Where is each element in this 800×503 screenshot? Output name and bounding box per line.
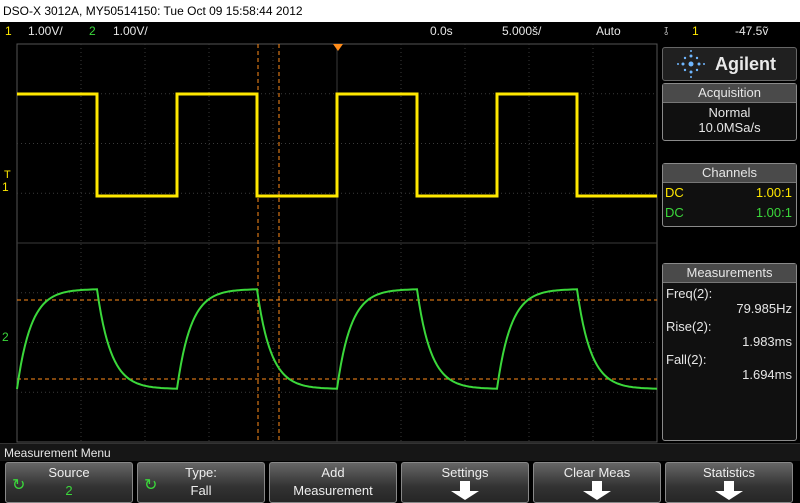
- acquisition-header: Acquisition: [663, 84, 796, 103]
- ch2-scale[interactable]: 1.00V/: [113, 22, 148, 41]
- softkey-label-2: Measurement: [293, 483, 373, 498]
- trigger-mode[interactable]: Auto: [596, 22, 621, 41]
- fall-value: 1.694ms: [742, 367, 792, 382]
- rise-value: 1.983ms: [742, 334, 792, 349]
- ch2-coupling: DC: [665, 205, 684, 220]
- falling-edge-trigger-icon: ⫱: [664, 24, 669, 38]
- softkey-bar: ↻ Source 2 ↻ Type: Fall Add Measurement …: [0, 461, 800, 503]
- submenu-arrow-icon: [583, 481, 611, 500]
- trigger-level[interactable]: -47.5ṽ: [735, 22, 768, 41]
- add-measurement-softkey[interactable]: Add Measurement: [269, 462, 397, 503]
- source-softkey[interactable]: ↻ Source 2: [5, 462, 133, 503]
- softkey-label: Clear Meas: [563, 465, 631, 480]
- acquisition-box: Acquisition Normal 10.0MSa/s: [662, 83, 797, 141]
- ch1-number[interactable]: 1: [5, 22, 12, 41]
- rise-label: Rise(2):: [666, 319, 712, 334]
- measurements-box: Measurements Freq(2): 79.985Hz Rise(2): …: [662, 263, 797, 441]
- channels-box: Channels DC 1.00:1 DC 1.00:1: [662, 163, 797, 227]
- freq-value: 79.985Hz: [736, 301, 792, 316]
- statistics-softkey[interactable]: Statistics: [665, 462, 793, 503]
- timebase-value[interactable]: 5.000š/: [502, 22, 541, 41]
- ch2-probe: 1.00:1: [755, 205, 792, 220]
- submenu-arrow-icon: [451, 481, 479, 500]
- softkey-value: 2: [65, 483, 73, 498]
- trigger-source[interactable]: 1: [692, 22, 699, 41]
- softkey-label: Add: [321, 465, 345, 480]
- softkey-label: Statistics: [702, 465, 755, 480]
- ch1-channel-row: DC 1.00:1: [663, 185, 796, 205]
- softkey-label: Type:: [185, 465, 217, 480]
- softkey-value: Fall: [190, 483, 212, 498]
- brand-name: Agilent: [715, 54, 776, 74]
- fall-label: Fall(2):: [666, 352, 707, 367]
- settings-softkey[interactable]: Settings: [401, 462, 529, 503]
- acquisition-mode: Normal: [708, 105, 751, 120]
- waveform-display[interactable]: T 1 2: [0, 41, 660, 443]
- clear-meas-softkey[interactable]: Clear Meas: [533, 462, 661, 503]
- ch2-channel-row: DC 1.00:1: [663, 205, 796, 225]
- waveform-grid-svg: T 1 2: [2, 43, 658, 443]
- submenu-arrow-icon: [715, 481, 743, 500]
- measurements-header: Measurements: [663, 264, 796, 283]
- softkey-label: Source: [48, 465, 90, 480]
- window-title: DSO-X 3012A, MY50514150: Tue Oct 09 15:5…: [0, 0, 800, 22]
- ch1-scale[interactable]: 1.00V/: [28, 22, 63, 41]
- sample-rate: 10.0MSa/s: [698, 120, 761, 135]
- ch2-ground-marker[interactable]: 2: [2, 330, 9, 344]
- menu-title: Measurement Menu: [0, 443, 800, 461]
- ch1-ground-marker[interactable]: 1: [2, 180, 9, 194]
- status-bar: 1 1.00V/ 2 1.00V/ 0.0s 5.000š/ Auto ⫱ 1 …: [0, 22, 800, 41]
- ch1-probe: 1.00:1: [755, 185, 792, 200]
- ch1-coupling: DC: [665, 185, 684, 200]
- ch2-number[interactable]: 2: [89, 22, 96, 41]
- channels-header: Channels: [663, 164, 796, 183]
- side-panel: Agilent Acquisition Normal 10.0MSa/s Cha…: [660, 41, 800, 443]
- softkey-label: Settings: [441, 465, 489, 480]
- agilent-logo: Agilent: [662, 47, 797, 81]
- agilent-spark-icon: [677, 50, 705, 78]
- type-softkey[interactable]: ↻ Type: Fall: [137, 462, 265, 503]
- delay-value[interactable]: 0.0s: [430, 22, 453, 41]
- freq-label: Freq(2):: [666, 286, 713, 301]
